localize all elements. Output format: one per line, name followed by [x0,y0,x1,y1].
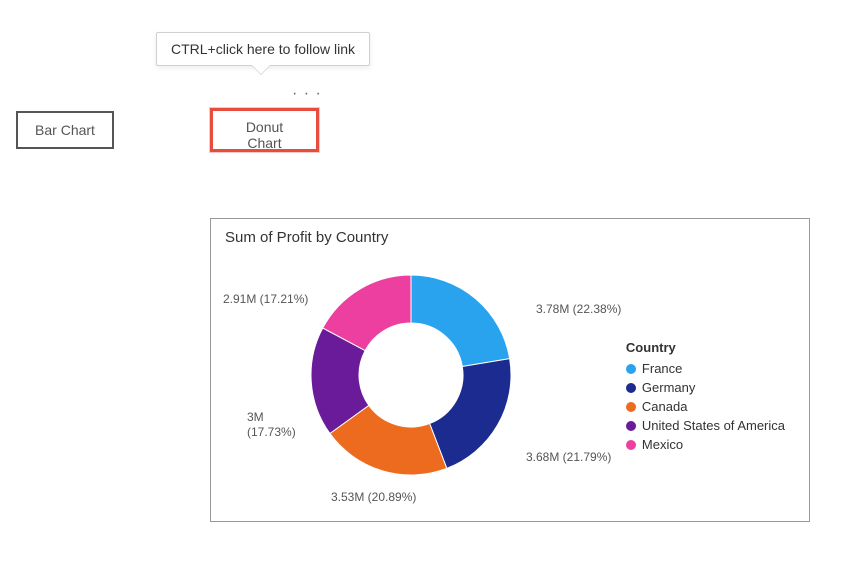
legend-item-germany[interactable]: Germany [626,380,785,395]
chart-legend: Country France Germany Canada United Sta… [626,340,785,456]
donut-chart-button[interactable]: Donut Chart [210,108,319,152]
swatch-icon [626,402,636,412]
data-label-germany: 3.68M (21.79%) [526,450,611,465]
legend-item-usa[interactable]: United States of America [626,418,785,433]
swatch-icon [626,440,636,450]
legend-label: Germany [642,380,695,395]
legend-item-mexico[interactable]: Mexico [626,437,785,452]
legend-label: Canada [642,399,688,414]
donut-slice[interactable] [411,275,510,366]
legend-label: France [642,361,682,376]
legend-item-france[interactable]: France [626,361,785,376]
swatch-icon [626,421,636,431]
legend-title: Country [626,340,785,355]
data-label-usa: 3M (17.73%) [247,410,296,440]
chart-body: 3.78M (22.38%) 3.68M (21.79%) 3.53M (20.… [211,252,809,518]
donut-slice[interactable] [430,359,511,469]
legend-label: United States of America [642,418,785,433]
legend-label: Mexico [642,437,683,452]
swatch-icon [626,383,636,393]
more-options-icon[interactable]: · · · [292,85,322,103]
chart-container: Sum of Profit by Country 3.78M (22.38%) … [210,218,810,522]
data-label-mexico: 2.91M (17.21%) [223,292,308,307]
donut-chart-button-label: Donut Chart [246,119,283,151]
donut-chart [306,270,516,480]
link-tooltip: CTRL+click here to follow link [156,32,370,66]
chart-title: Sum of Profit by Country [211,219,809,252]
tooltip-text: CTRL+click here to follow link [171,41,355,57]
bar-chart-button-label: Bar Chart [35,122,95,138]
bar-chart-button[interactable]: Bar Chart [16,111,114,149]
legend-item-canada[interactable]: Canada [626,399,785,414]
data-label-france: 3.78M (22.38%) [536,302,621,317]
data-label-canada: 3.53M (20.89%) [331,490,416,505]
swatch-icon [626,364,636,374]
